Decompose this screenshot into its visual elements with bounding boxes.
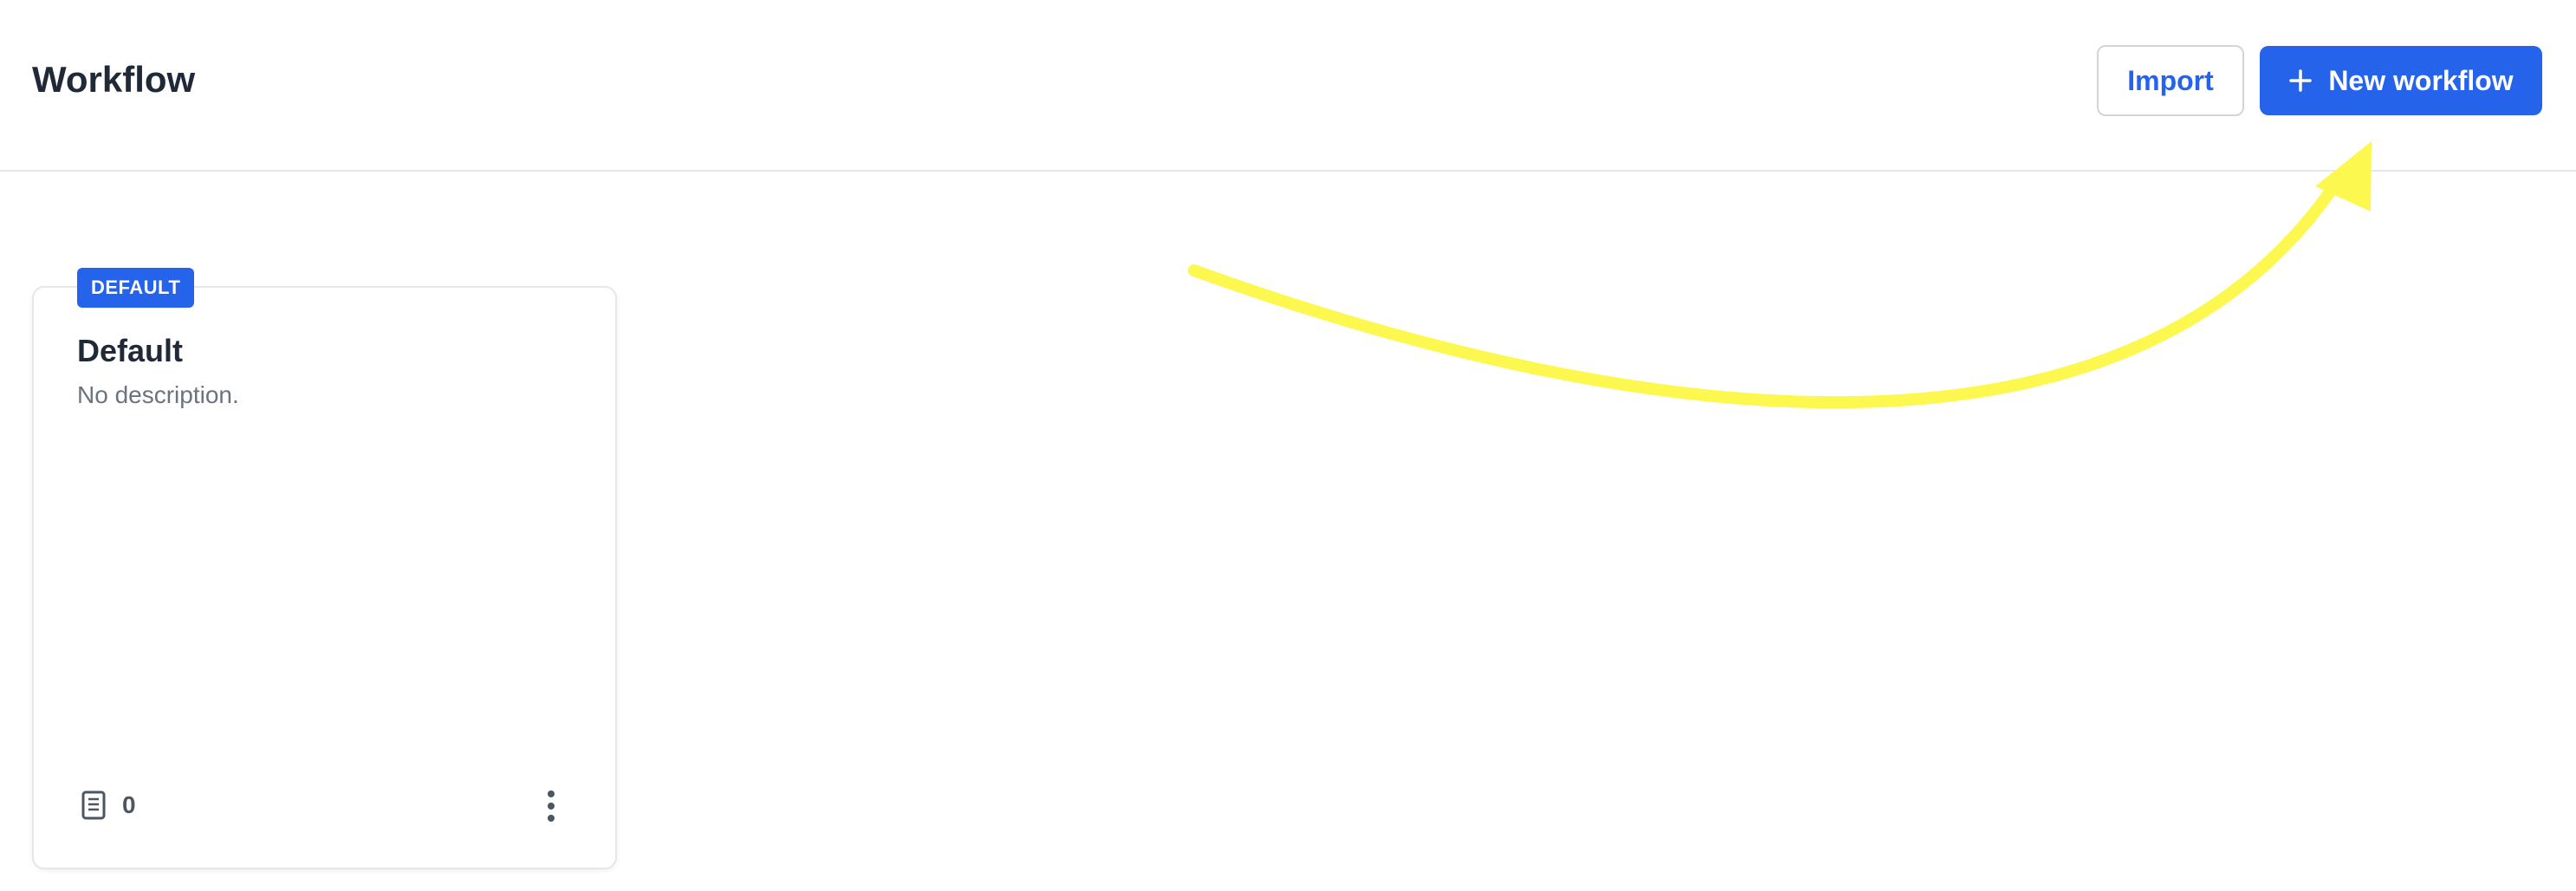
default-badge: DEFAULT bbox=[77, 268, 195, 308]
plus-icon bbox=[2289, 69, 2313, 92]
document-icon bbox=[81, 790, 106, 820]
workflow-page: Workflow Import New workflow DEFAULT Def… bbox=[0, 0, 2576, 891]
workflow-card-title: Default bbox=[77, 333, 184, 368]
document-count-value: 0 bbox=[122, 791, 136, 818]
workflow-card[interactable]: DEFAULT Default No description. 0 bbox=[32, 268, 617, 869]
more-vertical-icon[interactable] bbox=[543, 789, 559, 823]
document-count: 0 bbox=[81, 790, 136, 820]
new-workflow-button[interactable]: New workflow bbox=[2260, 46, 2542, 115]
import-button[interactable]: Import bbox=[2097, 45, 2244, 116]
workflow-card-description: No description. bbox=[77, 381, 239, 408]
new-workflow-label: New workflow bbox=[2328, 64, 2514, 96]
page-title: Workflow bbox=[32, 59, 196, 100]
page-header: Workflow Import New workflow bbox=[0, 0, 2576, 172]
